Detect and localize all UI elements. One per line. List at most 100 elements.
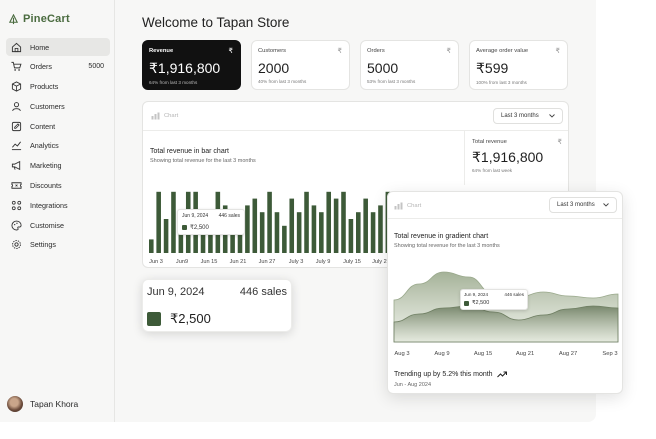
- x-tick-label: Jun 3: [149, 259, 163, 265]
- stat-value: 5000: [367, 60, 399, 76]
- box-icon: [10, 81, 22, 93]
- trend-line: Trending up by 5.2% this month: [394, 371, 507, 378]
- area-tooltip-sales: 446 sales: [504, 292, 524, 297]
- area-legend-swatch: [464, 300, 469, 306]
- x-tick-label: July 9: [316, 259, 331, 265]
- x-tick-label: Jun 21: [230, 259, 247, 265]
- cart-icon: [10, 61, 22, 73]
- sidebar-item-customers[interactable]: Customers: [6, 97, 110, 115]
- sidebar-item-analytics[interactable]: Analytics: [6, 137, 110, 155]
- enlarged-legend-swatch: [147, 312, 161, 326]
- gradient-chart-card: Chart Last 3 months Total revenue in gra…: [387, 191, 623, 394]
- bar[interactable]: [289, 198, 295, 253]
- bar[interactable]: [341, 191, 346, 253]
- rupee-icon: ₹: [446, 48, 451, 55]
- home-icon: [10, 41, 22, 53]
- avatar: [7, 396, 23, 412]
- bar[interactable]: [370, 212, 376, 253]
- sidebar: PineCart Home Orders 5000 Products Customers…: [0, 0, 115, 422]
- rupee-icon: ₹: [337, 48, 342, 55]
- stat-value: ₹1,916,800: [149, 60, 221, 76]
- enlarged-tooltip-date: Jun 9, 2024: [147, 286, 205, 298]
- bar[interactable]: [326, 191, 332, 253]
- bar[interactable]: [304, 191, 309, 253]
- sidebar-item-label: Customise: [30, 220, 64, 230]
- bar[interactable]: [282, 225, 287, 253]
- stat-label: Revenue: [149, 48, 174, 54]
- bar[interactable]: [296, 212, 302, 253]
- sidebar-item-orders[interactable]: Orders 5000: [6, 58, 110, 76]
- sidebar-item-customise[interactable]: Customise: [6, 216, 110, 234]
- sidebar-item-content[interactable]: Content: [6, 117, 110, 135]
- x-tick-label: Aug 15: [474, 351, 492, 357]
- x-tick-label: July 15: [343, 259, 361, 265]
- x-tick-label: Aug 27: [559, 351, 577, 357]
- brand-logo[interactable]: PineCart: [8, 13, 70, 25]
- bar[interactable]: [267, 191, 272, 253]
- sidebar-item-label: Discounts: [30, 181, 62, 191]
- sidebar-item-integrations[interactable]: Integrations: [6, 196, 110, 214]
- bar[interactable]: [245, 205, 250, 253]
- stat-label: Average order value: [476, 48, 529, 54]
- bar[interactable]: [356, 212, 361, 253]
- trending-up-icon: [496, 371, 507, 378]
- sidebar-item-label: Marketing: [30, 161, 62, 171]
- stat-change: 40% from last 3 months: [258, 79, 307, 84]
- sidebar-item-badge: 5000: [88, 63, 104, 71]
- bar[interactable]: [363, 198, 368, 253]
- user-name: Tapan Khora: [30, 399, 79, 409]
- stat-change: 100% from last 3 months: [476, 80, 527, 85]
- enlarged-tooltip: Jun 9, 2024 446 sales ₹2,500: [142, 279, 292, 332]
- bar[interactable]: [259, 212, 265, 253]
- stat-card-customers[interactable]: Customers ₹2000 40% from last 3 months: [251, 40, 350, 90]
- bar[interactable]: [311, 205, 317, 253]
- enlarged-tooltip-amount: ₹2,500: [170, 311, 211, 326]
- sidebar-item-settings[interactable]: Settings: [6, 236, 110, 254]
- bar[interactable]: [163, 219, 169, 253]
- bar[interactable]: [319, 212, 324, 253]
- bar[interactable]: [156, 191, 161, 253]
- x-tick-label: July 3: [289, 259, 304, 265]
- area-tooltip-date: Jun 9, 2024: [464, 292, 489, 297]
- tooltip-amount: ₹2,500: [190, 225, 209, 231]
- user-icon: [10, 100, 22, 112]
- ticket-icon: [10, 180, 22, 192]
- stat-card-revenue[interactable]: Revenue ₹ ₹1,916,800 64% from last 3 months: [142, 40, 241, 90]
- trend-range: Jun - Aug 2024: [394, 382, 432, 388]
- edit-icon: [10, 120, 22, 132]
- sidebar-item-discounts[interactable]: Discounts: [6, 177, 110, 195]
- sidebar-item-label: Products: [30, 82, 59, 92]
- bar[interactable]: [252, 198, 258, 253]
- stat-card-average-order-value[interactable]: Average order value ₹ ₹599 100% from last 3…: [469, 40, 568, 90]
- stat-label: Customers: [258, 48, 287, 54]
- rupee-icon: ₹: [228, 48, 233, 55]
- tooltip-date: Jun 9, 2024: [182, 213, 209, 219]
- gear-icon: [10, 239, 22, 251]
- sidebar-item-products[interactable]: Products: [6, 78, 110, 96]
- bar[interactable]: [348, 219, 354, 253]
- page-title: Welcome to Tapan Store: [142, 15, 290, 30]
- bar[interactable]: [149, 239, 154, 253]
- tooltip-sales: 446 sales: [218, 213, 240, 219]
- user-profile[interactable]: Tapan Khora: [7, 396, 78, 412]
- sidebar-item-marketing[interactable]: Marketing: [6, 157, 110, 175]
- bar[interactable]: [333, 198, 339, 253]
- sidebar-item-label: Orders: [30, 62, 52, 72]
- stat-value: 2000: [258, 60, 290, 76]
- area-chart-tooltip: Jun 9, 2024 446 sales ₹2,500: [460, 289, 528, 310]
- analytics-icon: [10, 140, 22, 152]
- sidebar-item-home[interactable]: Home: [6, 38, 110, 56]
- x-tick-label: Jun 15: [201, 259, 218, 265]
- x-tick-label: Aug 21: [516, 351, 534, 357]
- stat-change: 64% from last 3 months: [149, 80, 198, 85]
- area-tooltip-amount: ₹2,500: [472, 300, 490, 306]
- sidebar-item-label: Home: [30, 42, 50, 52]
- sidebar-item-label: Content: [30, 121, 56, 131]
- stat-card-orders[interactable]: Orders ₹5000 53% from last 3 months: [360, 40, 459, 90]
- bar[interactable]: [171, 191, 176, 253]
- bar[interactable]: [274, 212, 280, 253]
- sidebar-item-label: Integrations: [30, 200, 68, 210]
- x-tick-label: Jun 27: [259, 259, 276, 265]
- rupee-icon: ₹: [555, 48, 560, 55]
- bar[interactable]: [378, 205, 383, 253]
